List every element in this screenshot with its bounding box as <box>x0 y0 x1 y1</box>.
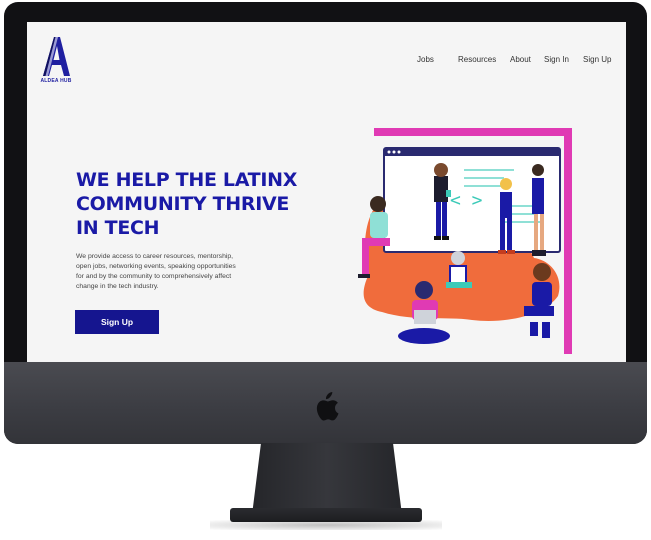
website-screen: ALDEA HUB Jobs Resources About Sign In S… <box>27 22 626 362</box>
hero-headline: WE HELP THE LATINX COMMUNITY THRIVE IN T… <box>76 168 326 240</box>
description-line: change in the tech industry. <box>76 283 159 290</box>
description-line: We provide access to career resources, m… <box>76 253 234 260</box>
apple-icon <box>316 392 339 421</box>
description-line: for and by the community to comprehensiv… <box>76 273 232 280</box>
headline-line: IN TECH <box>76 217 160 239</box>
nav-sign-up[interactable]: Sign Up <box>583 55 611 64</box>
description-line: open jobs, networking events, speaking o… <box>76 263 236 270</box>
aldea-hub-logo[interactable]: ALDEA HUB <box>39 34 73 88</box>
phone-icon <box>446 190 451 197</box>
hero-description: We provide access to career resources, m… <box>76 252 291 292</box>
logo-text: ALDEA HUB <box>40 78 72 84</box>
headline-line: COMMUNITY THRIVE <box>76 193 290 215</box>
stand-shadow <box>210 520 442 530</box>
code-icon: < > <box>450 190 483 211</box>
monitor-stand <box>252 443 402 515</box>
community-illustration: < > <box>358 128 572 354</box>
nav-about[interactable]: About <box>510 55 531 64</box>
nav-sign-in[interactable]: Sign In <box>544 55 569 64</box>
sign-up-button[interactable]: Sign Up <box>75 310 159 334</box>
nav-resources[interactable]: Resources <box>458 55 496 64</box>
laptop-icon <box>414 310 436 324</box>
logo-a-icon <box>43 37 70 76</box>
headline-line: WE HELP THE LATINX <box>76 169 298 191</box>
nav-jobs[interactable]: Jobs <box>417 55 434 64</box>
